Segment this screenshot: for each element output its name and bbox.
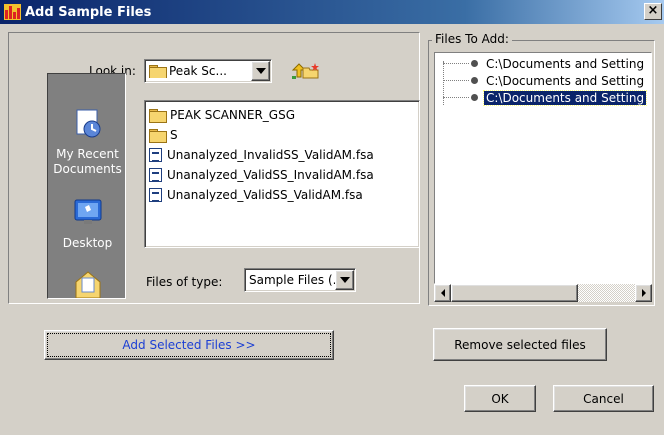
leaf-bullet-icon [471,77,478,84]
tree-connector [443,63,469,64]
list-item[interactable]: Unanalyzed_ValidSS_ValidAM.fsa [145,185,419,205]
close-button[interactable]: × [644,3,662,20]
cancel-label: Cancel [583,391,624,406]
title-bar: Add Sample Files × [0,0,664,24]
files-of-type-dropdown-button[interactable] [335,270,354,290]
scroll-track[interactable] [451,284,635,302]
scroll-thumb[interactable] [451,284,578,302]
ok-label: OK [491,391,509,406]
place-recent-documents[interactable]: My Recent Documents [48,107,125,177]
list-item[interactable]: Unanalyzed_InvalidSS_ValidAM.fsa [145,145,419,165]
file-list[interactable]: PEAK SCANNER_GSG S Unanalyzed_InvalidSS_… [144,100,420,248]
desktop-icon [48,198,125,232]
tree-item-label: C:\Documents and Setting [482,89,648,106]
tree-connector [443,80,469,81]
folder-icon [149,129,167,143]
place-label-line1: Desktop [62,236,113,250]
tree-item-label: C:\Documents and Setting [486,73,645,88]
scroll-left-button[interactable] [434,284,451,302]
files-to-add-tree[interactable]: C:\Documents and Setting C:\Documents an… [434,52,652,284]
tree-item[interactable]: C:\Documents and Setting [443,72,646,89]
list-item[interactable]: PEAK SCANNER_GSG [145,105,419,125]
app-icon [4,4,21,20]
arrow-right-icon [641,289,646,297]
file-name: Unanalyzed_ValidSS_InvalidAM.fsa [167,168,374,182]
ok-button[interactable]: OK [464,385,536,412]
folder-icon [149,65,167,78]
add-selected-files-button[interactable]: Add Selected Files >> [44,330,334,360]
horizontal-scrollbar[interactable] [434,284,652,302]
remove-selected-files-button[interactable]: Remove selected files [433,328,607,361]
place-label-line2: Documents [53,162,122,176]
place-desktop[interactable]: Desktop [48,198,125,251]
tree-connector [443,97,469,98]
list-item[interactable]: S [145,125,419,145]
look-in-value: Peak Sc... [169,64,227,78]
file-name: PEAK SCANNER_GSG [170,108,296,122]
fsa-file-icon [149,168,162,182]
files-of-type-value: Sample Files (... [249,273,335,287]
fsa-file-icon [149,148,162,162]
file-name: Unanalyzed_ValidSS_ValidAM.fsa [167,188,363,202]
remove-selected-files-label: Remove selected files [454,337,586,352]
chevron-down-icon [255,68,266,74]
file-name: Unanalyzed_InvalidSS_ValidAM.fsa [167,148,374,162]
add-selected-files-label: Add Selected Files >> [122,338,256,352]
scroll-right-button[interactable] [635,284,652,302]
files-to-add-title: Files To Add: [432,32,512,46]
recent-documents-icon [48,107,125,143]
folder-icon [149,109,167,123]
tree-item-selected[interactable]: C:\Documents and Setting [443,89,648,106]
leaf-bullet-icon [471,60,478,67]
places-bar: My Recent Documents Desktop [47,73,126,299]
file-name: S [170,128,178,142]
list-item[interactable]: Unanalyzed_ValidSS_InvalidAM.fsa [145,165,419,185]
look-in-dropdown-button[interactable] [251,61,270,81]
tree-item[interactable]: C:\Documents and Setting [443,55,646,72]
leaf-bullet-icon [471,94,478,101]
cancel-button[interactable]: Cancel [553,385,654,412]
fsa-file-icon [149,188,162,202]
files-of-type-label: Files of type: [146,275,223,289]
place-my-documents[interactable] [48,268,125,298]
arrow-left-icon [440,289,445,297]
window-title: Add Sample Files [25,4,152,20]
look-in-combo[interactable]: Peak Sc... [144,59,272,83]
place-label-line1: My Recent [56,147,119,161]
chevron-down-icon [339,277,350,283]
tree-item-label: C:\Documents and Setting [486,56,645,71]
close-icon: × [647,3,659,18]
files-of-type-combo[interactable]: Sample Files (... [244,268,356,292]
my-documents-icon [48,268,125,298]
new-folder-icon[interactable] [302,62,320,80]
